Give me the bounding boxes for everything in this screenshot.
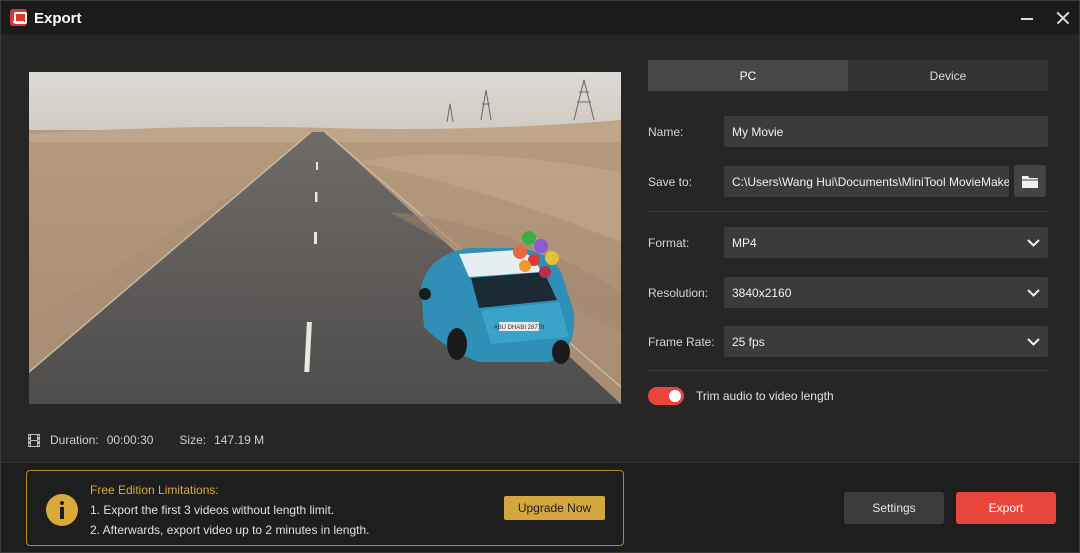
svg-text:ABU DHABI 28778: ABU DHABI 28778 bbox=[494, 325, 545, 331]
resolution-select[interactable]: 3840x2160 bbox=[724, 277, 1048, 308]
divider bbox=[648, 370, 1048, 371]
save-to-label: Save to: bbox=[648, 175, 693, 189]
trim-audio-toggle[interactable] bbox=[648, 387, 684, 405]
name-label: Name: bbox=[648, 125, 684, 139]
trim-audio-label: Trim audio to video length bbox=[696, 389, 834, 403]
size-label: Size: bbox=[179, 433, 207, 447]
format-value: MP4 bbox=[732, 235, 757, 250]
chevron-down-icon bbox=[1027, 338, 1040, 346]
save-path-value: C:\Users\Wang Hui\Documents\MiniTool Mov… bbox=[732, 174, 1009, 189]
limits-title: Free Edition Limitations: bbox=[90, 483, 219, 497]
name-field[interactable] bbox=[724, 116, 1048, 147]
chevron-down-icon bbox=[1027, 239, 1040, 247]
folder-icon bbox=[1022, 175, 1038, 188]
export-button[interactable]: Export bbox=[956, 492, 1056, 524]
app-logo-icon bbox=[10, 9, 27, 26]
size-value: 147.19 M bbox=[214, 433, 265, 447]
resolution-value: 3840x2160 bbox=[732, 285, 792, 300]
frame-rate-label: Frame Rate: bbox=[648, 335, 715, 349]
name-input[interactable] bbox=[732, 124, 1048, 139]
settings-button[interactable]: Settings bbox=[844, 492, 944, 524]
tab-pc[interactable]: PC bbox=[648, 60, 848, 91]
close-icon[interactable] bbox=[1051, 6, 1075, 30]
tab-device[interactable]: Device bbox=[848, 60, 1048, 91]
upgrade-now-button[interactable]: Upgrade Now bbox=[504, 496, 605, 520]
frame-rate-value: 25 fps bbox=[732, 334, 765, 349]
title-bar: Export bbox=[1, 1, 1079, 35]
limits-line-1: 1. Export the first 3 videos without len… bbox=[90, 503, 335, 517]
video-preview: ABU DHABI 28778 bbox=[29, 72, 621, 404]
free-edition-notice: Free Edition Limitations: 1. Export the … bbox=[26, 470, 624, 546]
preview-frame-image: ABU DHABI 28778 bbox=[29, 72, 621, 404]
limits-line-2: 2. Afterwards, export video up to 2 minu… bbox=[90, 523, 370, 537]
divider bbox=[648, 211, 1048, 212]
frame-rate-select[interactable]: 25 fps bbox=[724, 326, 1048, 357]
target-tabs: PC Device bbox=[648, 60, 1048, 91]
window-title: Export bbox=[34, 10, 82, 27]
duration-value: 00:00:30 bbox=[106, 433, 154, 447]
info-icon bbox=[46, 494, 78, 526]
bottom-bar: Free Edition Limitations: 1. Export the … bbox=[1, 462, 1079, 552]
chevron-down-icon bbox=[1027, 289, 1040, 297]
format-label: Format: bbox=[648, 236, 690, 250]
export-window: Export ABU DHABI 28778 Duration: 00:00:3… bbox=[0, 0, 1080, 553]
save-path-field[interactable]: C:\Users\Wang Hui\Documents\MiniTool Mov… bbox=[724, 166, 1009, 197]
minimize-icon[interactable] bbox=[1015, 6, 1039, 30]
video-info-bar: Duration: 00:00:30 Size: 147.19 M bbox=[28, 432, 290, 448]
duration-label: Duration: bbox=[50, 433, 99, 447]
browse-folder-button[interactable] bbox=[1014, 165, 1046, 197]
film-icon bbox=[28, 433, 40, 447]
format-select[interactable]: MP4 bbox=[724, 227, 1048, 258]
resolution-label: Resolution: bbox=[648, 286, 709, 300]
